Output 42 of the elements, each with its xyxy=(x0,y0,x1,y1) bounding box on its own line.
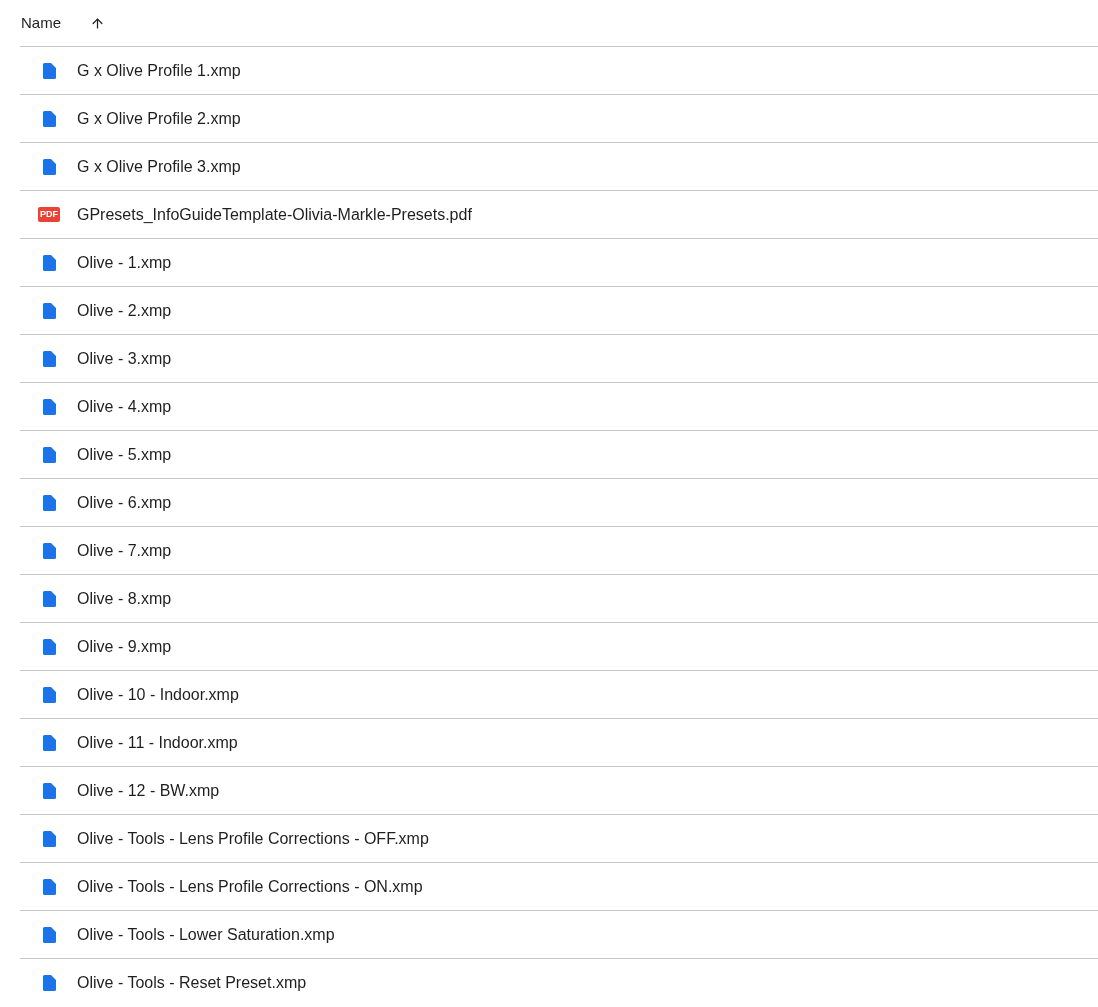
file-name[interactable]: Olive - Tools - Reset Preset.xmp xyxy=(77,971,307,995)
document-icon xyxy=(42,446,56,463)
file-name[interactable]: G x Olive Profile 1.xmp xyxy=(77,58,241,83)
document-icon xyxy=(42,734,56,751)
file-name[interactable]: Olive - 2.xmp xyxy=(77,298,172,323)
document-icon xyxy=(42,926,56,943)
document-icon xyxy=(42,638,56,655)
document-icon xyxy=(42,590,56,607)
file-name[interactable]: Olive - 6.xmp xyxy=(77,490,172,515)
file-name[interactable]: Olive - Tools - Lens Profile Corrections - OFF.xmp xyxy=(77,826,429,851)
document-icon xyxy=(42,782,56,799)
document-icon xyxy=(42,494,56,511)
file-name[interactable]: Olive - Tools - Lower Saturation.xmp xyxy=(77,922,335,947)
document-icon xyxy=(42,686,56,703)
document-icon xyxy=(42,398,56,415)
name-column-header[interactable]: Name xyxy=(21,11,61,35)
file-name[interactable]: Olive - 12 - BW.xmp xyxy=(77,778,220,803)
file-name[interactable]: Olive - 4.xmp xyxy=(77,394,172,419)
document-icon xyxy=(42,302,56,319)
sort-ascending-icon[interactable] xyxy=(90,15,105,31)
document-icon xyxy=(42,878,56,895)
pdf-icon: PDF xyxy=(38,207,60,222)
file-name[interactable]: Olive - 1.xmp xyxy=(77,250,172,275)
document-icon xyxy=(42,158,56,175)
file-name[interactable]: G x Olive Profile 2.xmp xyxy=(77,106,241,131)
file-name[interactable]: GPresets_InfoGuideTemplate-Olivia-Markle-Presets.pdf xyxy=(77,202,472,227)
file-name[interactable]: Olive - 5.xmp xyxy=(77,442,172,467)
file-name[interactable]: Olive - Tools - Lens Profile Corrections - ON.xmp xyxy=(77,874,423,899)
document-icon xyxy=(42,975,56,991)
file-name[interactable]: Olive - 3.xmp xyxy=(77,346,172,371)
document-icon xyxy=(42,350,56,367)
file-name[interactable]: Olive - 10 - Indoor.xmp xyxy=(77,682,239,707)
document-icon xyxy=(42,254,56,271)
document-icon xyxy=(42,110,56,127)
document-icon xyxy=(42,542,56,559)
file-name[interactable]: Olive - 7.xmp xyxy=(77,538,172,563)
file-name[interactable]: Olive - 8.xmp xyxy=(77,586,172,611)
file-name[interactable]: G x Olive Profile 3.xmp xyxy=(77,154,241,179)
document-icon xyxy=(42,62,56,79)
document-icon xyxy=(42,830,56,847)
file-name[interactable]: Olive - 9.xmp xyxy=(77,634,172,659)
file-name[interactable]: Olive - 11 - Indoor.xmp xyxy=(77,730,238,755)
